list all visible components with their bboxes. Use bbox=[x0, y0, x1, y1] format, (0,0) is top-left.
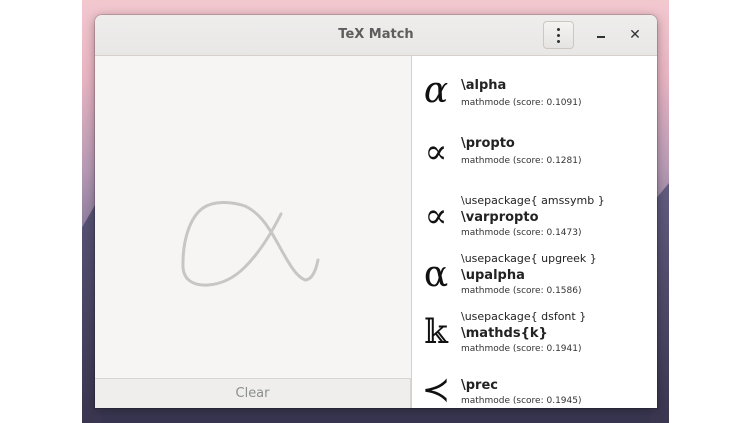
result-item-varpropto[interactable]: ∝ \usepackage{ amssymb } \varpropto math… bbox=[412, 186, 657, 244]
result-item-upalpha[interactable]: α \usepackage{ upgreek } \upalpha mathmo… bbox=[412, 244, 657, 302]
symbol-glyph: α bbox=[423, 253, 449, 295]
close-icon: ✕ bbox=[629, 27, 641, 43]
result-package: \usepackage{ upgreek } bbox=[461, 252, 597, 265]
result-command: \alpha bbox=[461, 78, 507, 93]
header-bar: TeX Match ✕ bbox=[95, 15, 657, 56]
close-button[interactable]: ✕ bbox=[623, 22, 647, 48]
result-item-prec[interactable]: ≺ \prec mathmode (score: 0.1945) bbox=[412, 360, 657, 408]
result-command: \upalpha bbox=[461, 268, 525, 283]
minimize-button[interactable] bbox=[589, 22, 613, 48]
results-list: α \alpha mathmode (score: 0.1091) ∝ \pro… bbox=[412, 56, 657, 408]
result-package: \usepackage{ amssymb } bbox=[461, 194, 605, 207]
result-package: \usepackage{ dsfont } bbox=[461, 310, 587, 323]
symbol-glyph: α bbox=[423, 69, 449, 111]
app-window: TeX Match ✕ Clear α \alpha mathmode (sco… bbox=[95, 15, 657, 408]
result-meta: mathmode (score: 0.1281) bbox=[461, 156, 582, 166]
result-command: \prec bbox=[461, 378, 498, 393]
symbol-glyph: ∝ bbox=[424, 196, 448, 236]
result-item-mathds-k[interactable]: 𝕜 \usepackage{ dsfont } \mathds{k} mathm… bbox=[412, 302, 657, 360]
drawn-symbol-stroke bbox=[181, 201, 320, 287]
result-meta: mathmode (score: 0.1586) bbox=[461, 286, 582, 296]
result-command: \mathds{k} bbox=[461, 326, 548, 341]
clear-button[interactable]: Clear bbox=[95, 378, 411, 408]
result-item-alpha[interactable]: α \alpha mathmode (score: 0.1091) bbox=[412, 64, 657, 122]
minimize-icon bbox=[597, 36, 605, 38]
result-item-propto[interactable]: ∝ \propto mathmode (score: 0.1281) bbox=[412, 122, 657, 180]
result-command: \propto bbox=[461, 136, 515, 151]
symbol-glyph: ∝ bbox=[424, 132, 448, 172]
result-meta: mathmode (score: 0.1941) bbox=[461, 344, 582, 354]
symbol-glyph: ≺ bbox=[421, 370, 451, 408]
result-command: \varpropto bbox=[461, 210, 539, 225]
result-meta: mathmode (score: 0.1945) bbox=[461, 396, 582, 406]
vertical-ellipsis-icon bbox=[557, 27, 560, 43]
menu-button[interactable] bbox=[543, 21, 574, 49]
drawing-canvas[interactable] bbox=[95, 56, 411, 378]
result-meta: mathmode (score: 0.1091) bbox=[461, 98, 582, 108]
symbol-glyph: 𝕜 bbox=[424, 312, 448, 352]
result-meta: mathmode (score: 0.1473) bbox=[461, 228, 582, 238]
